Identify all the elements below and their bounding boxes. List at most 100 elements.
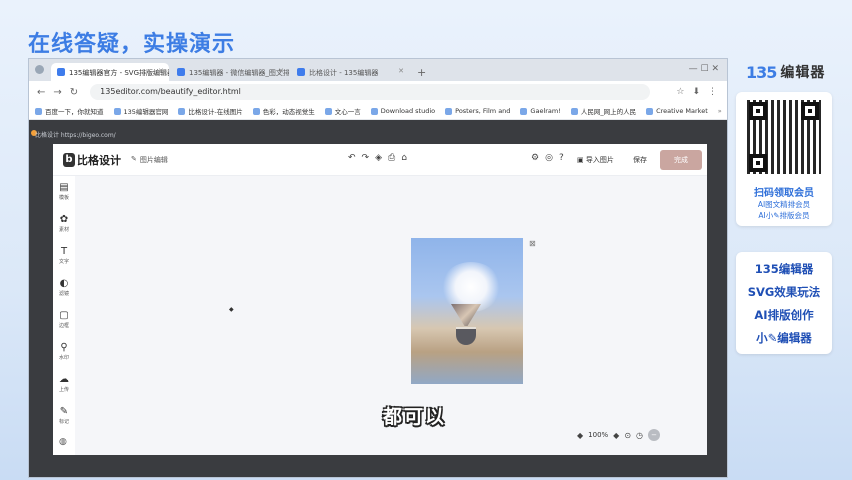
qr-finder <box>749 102 767 120</box>
redo-icon[interactable]: ↷ <box>362 153 370 163</box>
feature-item: AI排版创作 <box>754 308 814 322</box>
page-heading: 在线答疑，实操演示 <box>28 32 236 57</box>
image-cup <box>456 327 476 345</box>
border-icon: ▢ <box>59 310 69 321</box>
feature-item: 小✎编辑器 <box>756 331 812 345</box>
tab-label: 135编辑器 - 微信编辑器_图文排版 <box>189 69 289 77</box>
bookmark-item[interactable]: 135编辑器官网 <box>113 106 168 116</box>
minimize-icon[interactable]: − <box>648 429 661 441</box>
forward-icon[interactable]: → <box>53 87 61 98</box>
bookmarks-bar: 百度一下，你就知道 135编辑器官网 比格设计-在线图片 色彩，动态视觉生 文心… <box>29 103 727 120</box>
print-icon[interactable]: ⎙ <box>388 153 395 163</box>
lock-icon[interactable]: ⌂ <box>401 153 407 163</box>
browser-tab-1[interactable]: 135编辑器官方 - SVG排版编辑器 ✕ <box>51 63 169 81</box>
editor-logo[interactable]: b 比格设计 <box>63 152 121 168</box>
canvas-image[interactable] <box>411 238 523 384</box>
tool-template[interactable]: ▤ 模板 <box>54 182 74 201</box>
bookmark-item[interactable]: 文心一言 <box>324 106 361 116</box>
qr-card: 扫码领取会员 AI图文精排会员 AI小✎排版会员 <box>736 92 832 226</box>
logo-icon: b <box>63 153 75 167</box>
bookmark-item[interactable]: 色彩，动态视觉生 <box>252 106 315 116</box>
address-bar: ← → ↻ 135editor.com/beautify_editor.html… <box>29 81 727 103</box>
tool-material[interactable]: ✿ 素材 <box>54 214 74 233</box>
bookmarks-more-icon[interactable]: » <box>718 107 722 115</box>
close-tab-icon[interactable]: ✕ <box>398 67 404 75</box>
browser-tab-2[interactable]: 135编辑器 - 微信编辑器_图文排版 ✕ <box>171 63 289 81</box>
template-icon: ▤ <box>59 182 69 193</box>
target-icon[interactable]: ◎ <box>545 153 553 163</box>
bookmark-item[interactable]: Gaelram! <box>520 107 561 115</box>
edit-icon: ✎ <box>131 155 137 163</box>
zoom-in-icon[interactable]: ◆ <box>613 431 619 440</box>
brand-number: 135 <box>746 62 777 82</box>
bookmark-icon <box>178 107 186 115</box>
mouse-cursor: ◆ <box>229 306 234 313</box>
history-tools: ↶ ↷ ◈ ⎙ ⌂ <box>348 153 407 163</box>
bookmark-item[interactable]: 百度一下，你就知道 <box>35 106 104 116</box>
tool-mark[interactable]: ✎ 标记 <box>54 406 74 425</box>
import-image-button[interactable]: ▣ 导入图片 <box>577 155 614 165</box>
bookmark-icon <box>520 107 528 115</box>
bookmark-item[interactable]: Download studio <box>370 107 435 115</box>
reload-icon[interactable]: ↻ <box>70 87 78 98</box>
qr-finder <box>749 154 767 172</box>
tab-menu-icon[interactable] <box>35 65 44 74</box>
browser-menu-icon[interactable]: ⋮ <box>708 87 717 97</box>
feature-list: 135编辑器 SVG效果玩法 AI排版创作 小✎编辑器 <box>736 252 832 354</box>
bookmark-icon <box>113 107 121 115</box>
tool-border[interactable]: ▢ 边框 <box>54 310 74 329</box>
bookmark-item[interactable]: 比格设计-在线图片 <box>178 106 243 116</box>
watermark-icon: ⚲ <box>60 342 68 353</box>
fit-screen-icon[interactable]: ⊙ <box>624 431 631 440</box>
bookmark-star-icon[interactable]: ☆ <box>676 87 684 97</box>
back-icon[interactable]: ← <box>37 87 45 98</box>
help-icon[interactable]: ? <box>559 153 564 163</box>
image-editor: b 比格设计 ✎ 图片编辑 ↶ ↷ ◈ ⎙ ⌂ ⚙ ◎ ? ▣ 导入图片 保存 … <box>53 144 707 455</box>
browser-tab-3[interactable]: 比格设计 - 135编辑器 ✕ <box>291 63 409 81</box>
video-subtitle: 都可以 <box>383 406 447 428</box>
download-icon[interactable]: ⬇ <box>692 87 700 97</box>
qr-title: 扫码领取会员 <box>754 188 814 199</box>
save-button[interactable]: 保存 <box>633 155 647 165</box>
mark-icon: ✎ <box>59 406 69 417</box>
zoom-out-icon[interactable]: ◆ <box>577 431 583 440</box>
bookmark-item[interactable]: Posters, Film and <box>445 107 510 115</box>
tool-upload[interactable]: ☁ 上传 <box>54 374 74 393</box>
window-controls[interactable]: — ☐ ✕ <box>689 64 719 74</box>
tool-filter[interactable]: ◐ 滤镜 <box>54 278 74 297</box>
done-button[interactable]: 完成 <box>660 150 702 170</box>
upload-icon: ☁ <box>59 374 69 385</box>
brand-name: 编辑器 <box>780 65 826 81</box>
zoom-controls: ◆ 100% ◆ ⊙ ◷ − <box>577 429 661 441</box>
close-tab-icon[interactable]: ✕ <box>158 67 164 75</box>
bookmark-icon <box>324 107 332 115</box>
settings-icon[interactable]: ⚙ <box>531 153 539 163</box>
history-icon[interactable]: ◷ <box>636 431 643 440</box>
bookmark-item[interactable]: Creative Market <box>646 107 708 115</box>
bookmark-item[interactable]: 人民网_网上的人民 <box>570 106 636 116</box>
qr-line-2: AI小✎排版会员 <box>758 211 810 220</box>
view-tools: ⚙ ◎ ? <box>531 153 564 163</box>
bookmark-icon <box>445 107 453 115</box>
qr-code-icon <box>747 100 821 174</box>
qr-finder <box>801 102 819 120</box>
layers-icon[interactable]: ◈ <box>375 153 382 163</box>
tool-text[interactable]: T 文字 <box>54 246 74 265</box>
url-input[interactable]: 135editor.com/beautify_editor.html <box>90 84 651 100</box>
close-tab-icon[interactable]: ✕ <box>278 67 284 75</box>
tab-label: 比格设计 - 135编辑器 <box>309 69 379 77</box>
page-viewport: 比格设计 https://bigeo.com/ b 比格设计 ✎ 图片编辑 ↶ … <box>29 120 727 477</box>
support-icon[interactable]: ◍ <box>59 437 67 447</box>
inner-address-text: 比格设计 https://bigeo.com/ <box>35 132 116 139</box>
image-figure <box>451 304 481 326</box>
tab-label: 135编辑器官方 - SVG排版编辑器 <box>69 69 169 77</box>
image-options-icon[interactable]: ⊠ <box>529 239 536 248</box>
text-icon: T <box>60 246 68 257</box>
editor-toolbar: b 比格设计 ✎ 图片编辑 ↶ ↷ ◈ ⎙ ⌂ ⚙ ◎ ? ▣ 导入图片 保存 … <box>53 144 707 176</box>
new-tab-button[interactable]: + <box>411 66 432 81</box>
bookmark-icon <box>252 107 260 115</box>
feature-item: 135编辑器 <box>754 262 814 276</box>
edit-image-button[interactable]: ✎ 图片编辑 <box>131 155 168 165</box>
tool-watermark[interactable]: ⚲ 水印 <box>54 342 74 361</box>
undo-icon[interactable]: ↶ <box>348 153 356 163</box>
